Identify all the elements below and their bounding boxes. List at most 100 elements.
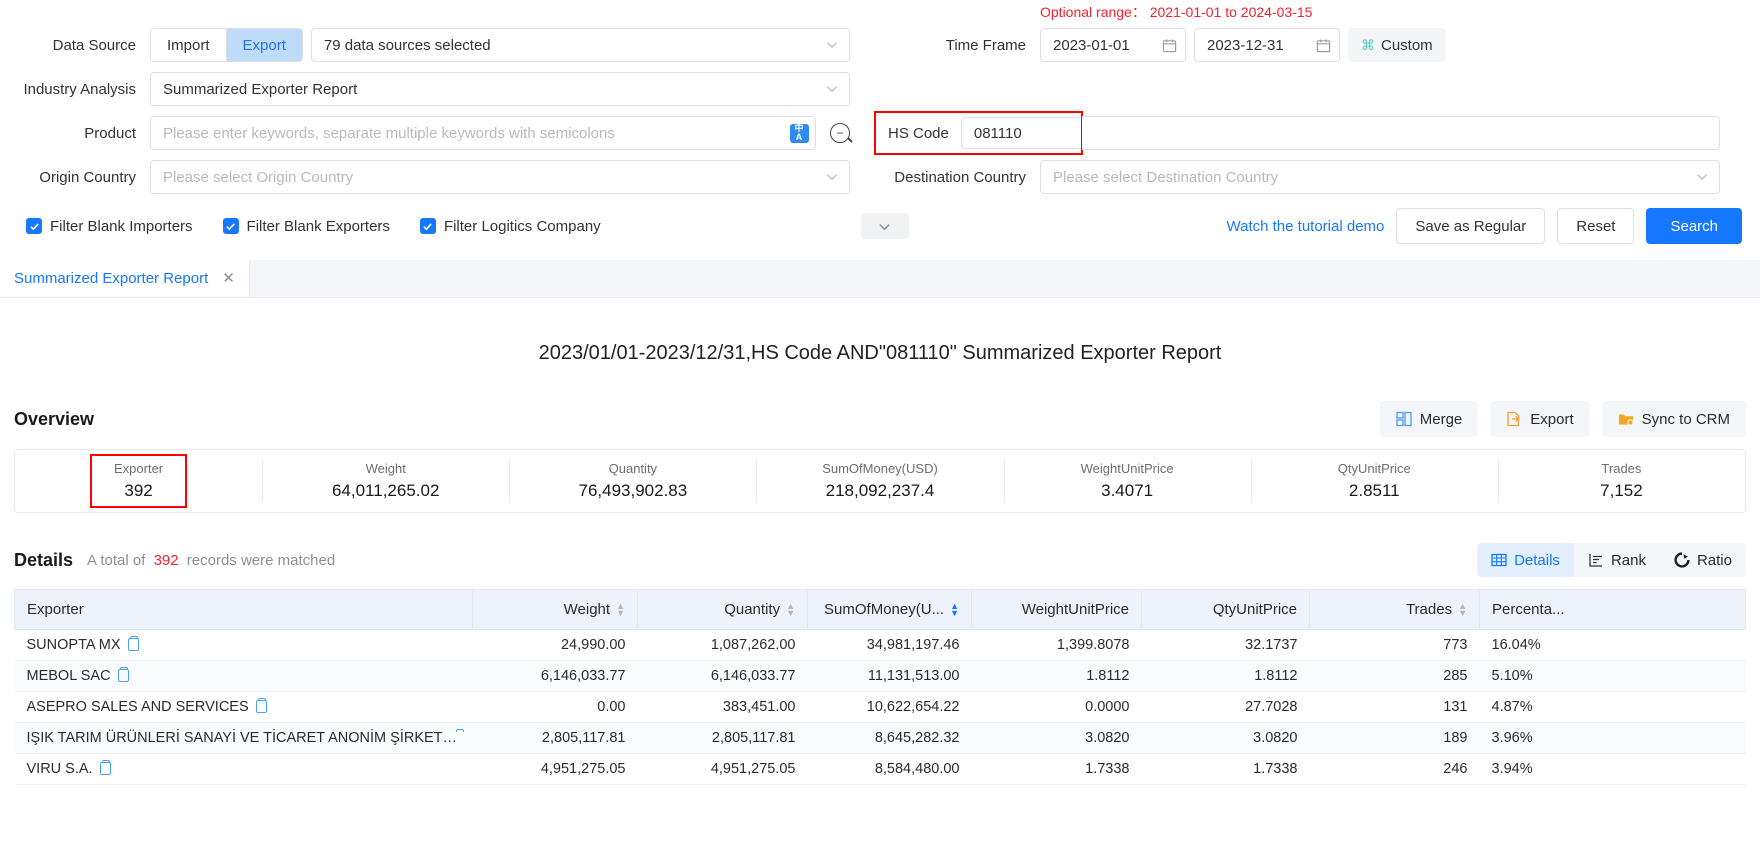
cell-quantity: 4,951,275.05 (638, 754, 808, 785)
table-row[interactable]: SUNOPTA MX 24,990.00 1,087,262.00 34,981… (15, 630, 1746, 661)
copy-icon[interactable] (256, 700, 267, 713)
chevron-down-icon (877, 219, 892, 234)
sync-to-crm-button[interactable]: Sync to CRM (1602, 401, 1746, 437)
custom-icon: ⌘ (1361, 37, 1375, 54)
product-input[interactable] (163, 125, 789, 142)
tab-details[interactable]: Details (1477, 543, 1574, 577)
filter-blank-exporters-checkbox[interactable]: Filter Blank Exporters (223, 218, 390, 235)
check-icon (420, 218, 436, 234)
data-source-toggle[interactable]: Import Export (150, 28, 303, 62)
sort-icon[interactable]: ▲▼ (1458, 603, 1467, 617)
export-toggle-button[interactable]: Export (226, 29, 302, 61)
data-source-label: Data Source (0, 37, 150, 54)
expand-filters-button[interactable] (861, 213, 909, 239)
table-icon (1491, 552, 1507, 568)
import-toggle-button[interactable]: Import (151, 29, 226, 61)
tutorial-demo-link[interactable]: Watch the tutorial demo (1227, 218, 1385, 235)
origin-country-select[interactable]: Please select Origin Country (150, 160, 850, 194)
copy-icon[interactable] (128, 638, 139, 651)
hs-code-label: HS Code (876, 125, 961, 142)
view-switch: Details Rank Ratio (1477, 543, 1746, 577)
translate-icon[interactable]: 中A (789, 123, 809, 143)
hs-code-tags-area[interactable] (1082, 116, 1720, 150)
time-frame-label: Time Frame (880, 37, 1040, 54)
tab-summarized-exporter-report[interactable]: Summarized Exporter Report ✕ (0, 259, 250, 297)
page-title: 2023/01/01-2023/12/31,HS Code AND"081110… (14, 298, 1746, 401)
search-button[interactable]: Search (1646, 208, 1742, 244)
product-input-wrapper[interactable]: 中A (150, 116, 816, 150)
cell-weight-unit-price: 3.0820 (972, 723, 1142, 754)
chevron-down-icon (825, 82, 839, 96)
hs-code-input[interactable]: 081110 (961, 117, 1081, 149)
column-trades[interactable]: Trades ▲▼ (1310, 590, 1480, 630)
export-button[interactable]: Export (1490, 401, 1589, 437)
cell-sum-of-money: 10,622,654.22 (808, 692, 972, 723)
chevron-down-icon (825, 170, 839, 184)
stat-qty-unit-price: QtyUnitPrice 2.8511 (1251, 450, 1498, 512)
column-sum-of-money[interactable]: SumOfMoney(U... ▲▼ (808, 590, 972, 630)
origin-country-value: Please select Origin Country (163, 169, 825, 186)
cell-sum-of-money: 8,645,282.32 (808, 723, 972, 754)
optional-range-hint: Optional range： 2021-01-01 to 2024-03-15 (1040, 2, 1312, 22)
cell-trades: 285 (1310, 661, 1480, 692)
sync-crm-icon (1618, 411, 1634, 427)
industry-analysis-field: Summarized Exporter Report (150, 72, 850, 106)
calendar-icon (1316, 38, 1331, 53)
stat-trades: Trades 7,152 (1498, 450, 1745, 512)
column-weight-unit-price: WeightUnitPrice (972, 590, 1142, 630)
table-row[interactable]: MEBOL SAC 6,146,033.77 6,146,033.77 11,1… (15, 661, 1746, 692)
tab-rank-label: Rank (1611, 552, 1646, 569)
merge-icon (1396, 411, 1412, 427)
custom-range-button[interactable]: ⌘ Custom (1348, 28, 1446, 62)
tab-details-label: Details (1514, 552, 1560, 569)
time-frame-field: 2023-01-01 2023-12-31 ⌘ Custom (1040, 28, 1720, 62)
data-source-select[interactable]: 79 data sources selected (311, 28, 850, 62)
cell-weight: 4,951,275.05 (473, 754, 638, 785)
stat-label: Weight (366, 461, 406, 476)
start-date-value: 2023-01-01 (1053, 37, 1130, 54)
end-date-input[interactable]: 2023-12-31 (1194, 28, 1340, 62)
destination-country-field: Please select Destination Country (1040, 160, 1720, 194)
sort-icon[interactable]: ▲▼ (616, 603, 625, 617)
cell-sum-of-money: 34,981,197.46 (808, 630, 972, 661)
cell-weight-unit-price: 1.8112 (972, 661, 1142, 692)
table-row[interactable]: VIRU S.A. 4,951,275.05 4,951,275.05 8,58… (15, 754, 1746, 785)
destination-country-select[interactable]: Please select Destination Country (1040, 160, 1720, 194)
start-date-input[interactable]: 2023-01-01 (1040, 28, 1186, 62)
sort-icon[interactable]: ▲▼ (950, 603, 959, 617)
overview-actions: Merge Export Sync to CRM (1380, 401, 1746, 437)
tab-rank[interactable]: Rank (1574, 543, 1660, 577)
tab-ratio[interactable]: Ratio (1660, 543, 1746, 577)
magnifier-minus-icon[interactable]: − (830, 123, 850, 143)
data-source-field: Import Export 79 data sources selected (150, 28, 850, 62)
reset-button[interactable]: Reset (1557, 208, 1634, 244)
close-icon[interactable]: ✕ (222, 269, 235, 287)
merge-button[interactable]: Merge (1380, 401, 1479, 437)
rank-icon (1588, 552, 1604, 568)
cell-sum-of-money: 11,131,513.00 (808, 661, 972, 692)
details-subtitle-suffix: records were matched (187, 552, 335, 569)
save-as-regular-button[interactable]: Save as Regular (1396, 208, 1545, 244)
calendar-icon (1162, 38, 1177, 53)
filter-logistics-company-checkbox[interactable]: Filter Logitics Company (420, 218, 601, 235)
table-row[interactable]: ASEPRO SALES AND SERVICES 0.00 383,451.0… (15, 692, 1746, 723)
filter-blank-importers-checkbox[interactable]: Filter Blank Importers (26, 218, 193, 235)
column-weight[interactable]: Weight ▲▼ (473, 590, 638, 630)
cell-quantity: 1,087,262.00 (638, 630, 808, 661)
row2-right-empty (1040, 72, 1720, 106)
copy-icon[interactable] (100, 762, 111, 775)
cell-weight-unit-price: 1.7338 (972, 754, 1142, 785)
stat-value: 64,011,265.02 (332, 481, 439, 501)
stat-weight-unit-price: WeightUnitPrice 3.4071 (1004, 450, 1251, 512)
filter-checkbox-row: Filter Blank Importers Filter Blank Expo… (0, 194, 1760, 260)
hs-code-highlight: HS Code 081110 (874, 111, 1083, 155)
column-quantity[interactable]: Quantity ▲▼ (638, 590, 808, 630)
details-title: Details (14, 550, 73, 571)
sort-icon[interactable]: ▲▼ (786, 603, 795, 617)
cell-trades: 246 (1310, 754, 1480, 785)
exporter-name: IŞIK TARIM ÜRÜNLERİ SANAYİ VE TİCARET AN… (27, 730, 458, 746)
table-row[interactable]: IŞIK TARIM ÜRÜNLERİ SANAYİ VE TİCARET AN… (15, 723, 1746, 754)
copy-icon[interactable] (118, 669, 129, 682)
cell-percentage: 4.87% (1480, 692, 1746, 723)
industry-analysis-select[interactable]: Summarized Exporter Report (150, 72, 850, 106)
